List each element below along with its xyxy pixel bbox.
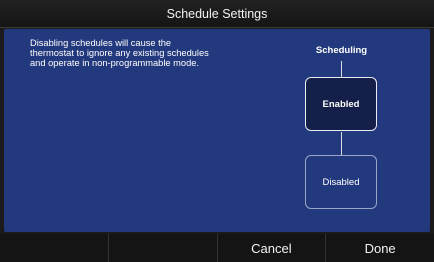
done-button[interactable]: Done bbox=[326, 234, 434, 262]
connector-line-top bbox=[341, 61, 342, 77]
enabled-option-label: Enabled bbox=[322, 98, 360, 110]
title-bar: Schedule Settings bbox=[0, 0, 434, 28]
empty-slot-2 bbox=[109, 234, 218, 262]
empty-slot-1 bbox=[0, 234, 109, 262]
connector-line-bottom bbox=[341, 132, 342, 155]
disabled-option-label: Disabled bbox=[322, 176, 360, 188]
page-title: Schedule Settings bbox=[166, 6, 268, 21]
disabled-option-button[interactable]: Disabled bbox=[305, 155, 377, 209]
enabled-option-button[interactable]: Enabled bbox=[305, 77, 377, 131]
scheduling-label: Scheduling bbox=[315, 45, 368, 56]
bottom-action-bar: Cancel Done bbox=[0, 234, 434, 262]
cancel-button[interactable]: Cancel bbox=[218, 234, 327, 262]
done-button-label: Done bbox=[364, 240, 396, 256]
thermostat-screen: Schedule Settings Disabling schedules wi… bbox=[0, 0, 434, 262]
cancel-button-label: Cancel bbox=[251, 240, 292, 256]
description-text: Disabling schedules will cause the therm… bbox=[30, 38, 209, 69]
